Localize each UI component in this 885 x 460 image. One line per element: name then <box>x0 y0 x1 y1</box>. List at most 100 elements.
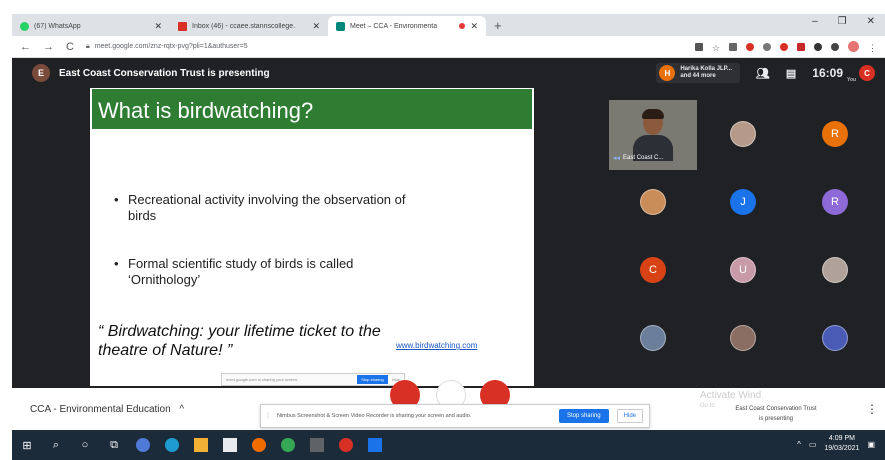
participants-chip-text: Harika Kolla JLP... and 44 more <box>680 66 732 80</box>
quote-line1: “ Birdwatching: your lifetime ticket to … <box>98 323 381 340</box>
participant-tile[interactable] <box>699 100 787 168</box>
close-window-button[interactable]: ✕ <box>867 16 875 27</box>
tab-gmail[interactable]: Inbox (46) - ccaee.stannscollege. ✕ <box>170 16 328 36</box>
extension-icon[interactable] <box>780 42 788 51</box>
forward-icon[interactable]: → <box>43 41 54 53</box>
url-field[interactable]: 🔒︎ meet.google.com/znz-rqtx-pvg?pli=1&au… <box>86 43 683 51</box>
bullet-dot-icon: • <box>114 256 119 271</box>
presenting-bar: E East Coast Conservation Trust is prese… <box>12 58 885 88</box>
presenting-line2: is presenting <box>758 416 794 422</box>
app-icon[interactable] <box>194 438 208 452</box>
self-label: You <box>847 77 857 83</box>
participant-tile[interactable]: J <box>699 168 787 236</box>
app-icon[interactable] <box>368 438 382 452</box>
participant-camera-tile[interactable]: ◂◂ East Coast C... <box>609 100 697 170</box>
bullet-1-line2: birds <box>128 208 157 223</box>
maximize-button[interactable]: ❐ <box>838 16 847 27</box>
meeting-details[interactable]: CCA - Environmental Education ^ <box>30 404 184 415</box>
chip-line1: Harika Kolla JLP... <box>680 66 732 72</box>
extensions-bar: ☆ ⋮ <box>694 41 877 53</box>
store-icon[interactable] <box>223 438 237 452</box>
participant-photo-avatar <box>640 189 666 215</box>
meet-icon <box>336 21 345 31</box>
participant-tile[interactable]: R <box>791 100 879 168</box>
participant-avatar: C <box>640 257 666 283</box>
extensions-puzzle-icon[interactable] <box>831 42 839 51</box>
browser-tab-strip: (67) WhatsApp ✕ Inbox (46) - ccaee.stann… <box>12 14 885 36</box>
participant-avatar: R <box>822 189 848 215</box>
slide-link[interactable]: www.birdwatching.com <box>396 341 477 350</box>
presenting-indicator: East Coast Conservation Trust is present… <box>728 404 824 424</box>
participant-tile[interactable]: R <box>791 168 879 236</box>
presenting-text: East Coast Conservation Trust is present… <box>59 67 270 79</box>
chat-icon[interactable]: ▤ <box>786 67 796 80</box>
task-view-icon[interactable]: ⧉ <box>107 438 121 452</box>
slide-title: What is birdwatching? <box>92 89 532 129</box>
camera-icon[interactable] <box>694 42 703 51</box>
self-avatar[interactable]: C You <box>847 65 875 83</box>
reload-icon[interactable]: C <box>66 41 74 53</box>
participant-tile[interactable] <box>609 168 697 236</box>
camera-tile-label: ◂◂ East Coast C... <box>613 154 663 162</box>
embedded-share-notification: meet.google.com is sharing your screen. … <box>221 373 405 386</box>
people-icon[interactable]: 👥︎ <box>756 67 770 80</box>
more-options-icon[interactable]: ⋮ <box>866 402 878 416</box>
participant-avatar: R <box>822 121 848 147</box>
participant-photo-avatar <box>730 121 756 147</box>
tab-title: (67) WhatsApp <box>34 22 81 30</box>
participant-avatar: J <box>730 189 756 215</box>
close-tab-icon[interactable]: ✕ <box>154 21 162 32</box>
notification-icon[interactable]: ▣ <box>867 440 875 449</box>
extension-icon[interactable] <box>814 42 822 51</box>
tab-meet[interactable]: Meet – CCA - Environmenta ✕ <box>328 16 486 36</box>
participant-tile[interactable] <box>609 304 697 372</box>
new-tab-button[interactable]: + <box>486 16 510 36</box>
close-tab-icon[interactable]: ✕ <box>312 21 320 32</box>
participant-tile[interactable] <box>791 304 879 372</box>
embedded-share-text: meet.google.com is sharing your screen. <box>226 377 299 382</box>
participant-tile[interactable] <box>791 236 879 304</box>
windows-start-icon[interactable]: ⊞ <box>20 438 34 452</box>
app-icon[interactable] <box>339 438 353 452</box>
tray-clock[interactable]: 4:09 PM 19/03/2021 <box>824 434 859 454</box>
extension-icon[interactable] <box>797 42 805 51</box>
slide-bullet-2: • Formal scientific study of birds is ca… <box>114 256 353 288</box>
participant-grid: ◂◂ East Coast C... R J R C U <box>609 100 879 380</box>
profile-avatar[interactable] <box>848 41 859 52</box>
extension-icon[interactable] <box>763 42 771 51</box>
meeting-name: CCA - Environmental Education <box>30 404 171 415</box>
close-tab-icon[interactable]: ✕ <box>470 21 478 32</box>
menu-icon[interactable]: ⋮ <box>868 43 877 53</box>
app-icon[interactable] <box>310 438 324 452</box>
hide-button[interactable]: Hide <box>616 409 643 423</box>
meet-top-controls: H Harika Kolla JLP... and 44 more 👥︎ ▤ 1… <box>656 62 875 84</box>
back-icon[interactable]: ← <box>20 41 31 53</box>
extension-icon[interactable] <box>729 42 737 51</box>
url-text: meet.google.com/znz-rqtx-pvg?pli=1&authu… <box>94 43 248 50</box>
slide-quote: “ Birdwatching: your lifetime ticket to … <box>98 322 398 360</box>
participant-tile[interactable]: U <box>699 236 787 304</box>
cortana-icon[interactable]: ○ <box>78 438 92 452</box>
minimize-button[interactable]: – <box>812 16 818 27</box>
search-icon[interactable]: ⌕ <box>49 438 63 452</box>
edge-icon[interactable] <box>165 438 179 452</box>
participant-tile[interactable]: C <box>609 236 697 304</box>
app-icon[interactable] <box>136 438 150 452</box>
whatsapp-icon <box>20 21 29 31</box>
stop-sharing-button[interactable]: Stop sharing <box>558 409 609 423</box>
mic-active-icon: ◂◂ <box>613 155 621 162</box>
address-bar: ← → C 🔒︎ meet.google.com/znz-rqtx-pvg?pl… <box>12 36 885 58</box>
network-icon[interactable]: ▭ <box>809 440 817 449</box>
tab-whatsapp[interactable]: (67) WhatsApp ✕ <box>12 16 170 36</box>
chrome-icon[interactable] <box>281 438 295 452</box>
recording-icon <box>459 23 466 29</box>
extension-icon[interactable] <box>746 42 754 51</box>
app-icon[interactable] <box>252 438 266 452</box>
participant-tile[interactable] <box>699 304 787 372</box>
participants-chip[interactable]: H Harika Kolla JLP... and 44 more <box>656 63 740 83</box>
drag-handle-icon[interactable]: ⁞ <box>267 413 269 420</box>
bullet-dot-icon: • <box>114 192 119 207</box>
star-icon[interactable]: ☆ <box>712 43 720 53</box>
chevron-up-icon: ^ <box>179 404 185 415</box>
chevron-up-icon[interactable]: ^ <box>797 440 801 449</box>
